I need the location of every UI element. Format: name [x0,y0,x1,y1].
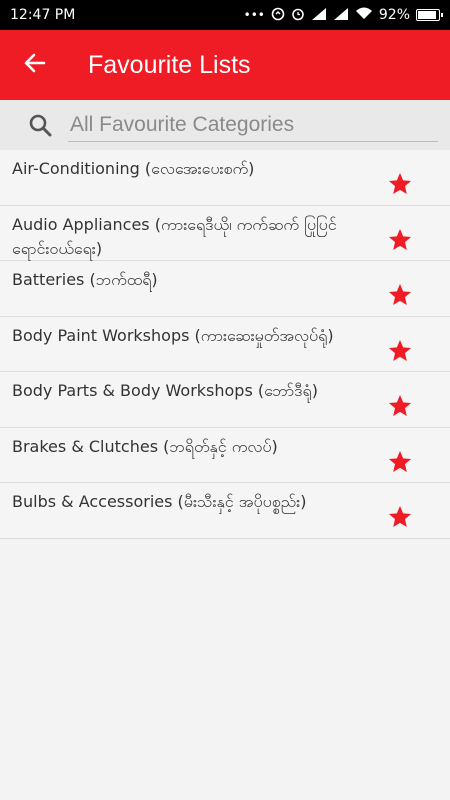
list-item[interactable]: Body Parts & Body Workshops (ဘော်ဒီရုံ) [0,372,450,428]
status-icons: ••• 92% [243,7,443,24]
list-item[interactable]: Brakes & Clutches (ဘရိတ်နှင့် ကလပ်) [0,427,450,483]
star-icon[interactable] [386,448,414,476]
list-item[interactable]: Body Paint Workshops (ကားဆေးမှုတ်အလုပ်ရု… [0,316,450,372]
arrow-left-icon [23,51,47,79]
star-icon[interactable] [386,170,414,198]
list-item[interactable]: Batteries (ဘက်ထရီ) [0,261,450,317]
signal-icon [333,7,349,23]
star-icon[interactable] [386,226,414,254]
search-icon[interactable] [26,111,54,139]
signal-icon [311,7,327,23]
category-label: Bulbs & Accessories (မီးသီးနှင့် အပိုပစ္… [12,492,307,511]
list-item[interactable]: Audio Appliances (ကားရေဒီယို၊ ကက်ဆက် ပြု… [0,205,450,261]
star-icon[interactable] [386,337,414,365]
search-input[interactable] [68,108,438,142]
category-label: Air-Conditioning (လေအေးပေးစက်) [12,159,255,178]
alarm-icon [291,7,305,24]
app-bar: Favourite Lists [0,30,450,100]
data-saver-icon [271,7,285,24]
star-icon[interactable] [386,392,414,420]
battery-level [418,11,437,19]
category-label: Audio Appliances (ကားရေဒီယို၊ ကက်ဆက် ပြု… [12,214,337,258]
page-title: Favourite Lists [88,50,251,79]
list-item[interactable]: Bulbs & Accessories (မီးသီးနှင့် အပိုပစ္… [0,483,450,539]
battery-icon [416,9,443,21]
star-icon[interactable] [386,281,414,309]
status-bar: 12:47 PM ••• 92% [0,0,450,30]
status-time: 12:47 PM [10,7,76,23]
wifi-icon [355,7,373,23]
list-item[interactable]: Air-Conditioning (လေအေးပေးစက်) [0,150,450,206]
star-icon[interactable] [386,503,414,531]
category-label: Body Paint Workshops (ကားဆေးမှုတ်အလုပ်ရု… [12,325,334,345]
category-label: Body Parts & Body Workshops (ဘော်ဒီရုံ) [12,381,318,400]
search-bar [0,100,450,150]
back-button[interactable] [0,30,70,100]
favourite-category-list: Air-Conditioning (လေအေးပေးစက်) Audio Appl… [0,150,450,539]
category-label: Brakes & Clutches (ဘရိတ်နှင့် ကလပ်) [12,436,278,456]
battery-percent: 92% [378,7,410,23]
category-label: Batteries (ဘက်ထရီ) [12,270,158,289]
more-dots-icon: ••• [243,8,265,22]
